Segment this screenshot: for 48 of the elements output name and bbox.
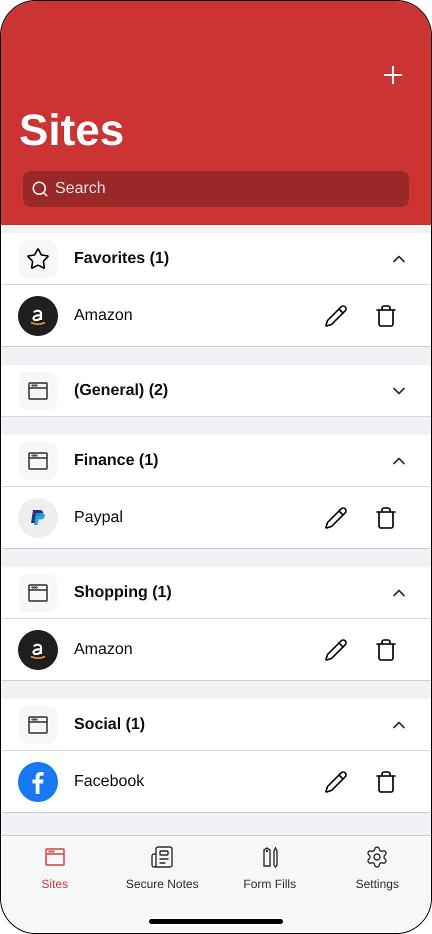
- group-label: Favorites (1): [74, 248, 170, 268]
- shop-logo-icon: [18, 296, 58, 336]
- site-row[interactable]: Facebook: [1, 751, 431, 813]
- site-name: Amazon: [74, 640, 134, 660]
- group-label: (General) (2): [74, 380, 170, 400]
- edit-icon: [324, 506, 348, 530]
- site-name: Paypal: [74, 508, 124, 528]
- payment-logo-icon: [18, 498, 58, 538]
- site-row[interactable]: Paypal: [1, 487, 431, 549]
- search-icon: [31, 180, 49, 198]
- settings-icon: [365, 845, 390, 869]
- edit-icon: [324, 770, 348, 794]
- star-icon: [26, 246, 50, 270]
- tab[interactable]: Settings: [324, 845, 431, 893]
- delete-button[interactable]: [374, 770, 398, 794]
- group-header[interactable]: Finance (1): [1, 435, 431, 487]
- notes-icon: [150, 845, 174, 869]
- group-label: Finance (1): [74, 450, 160, 470]
- site-name: Facebook: [74, 772, 146, 792]
- delete-icon: [374, 506, 398, 530]
- site-name: Amazon: [74, 306, 134, 326]
- page-title: Sites: [19, 109, 126, 153]
- edit-icon: [324, 638, 348, 662]
- search-field[interactable]: Search: [23, 171, 409, 207]
- edit-icon: [324, 304, 348, 328]
- edit-button[interactable]: [324, 506, 348, 530]
- group-label: Shopping (1): [74, 582, 173, 602]
- group-header[interactable]: (General) (2): [1, 365, 431, 417]
- tab[interactable]: Form Fills: [216, 845, 324, 893]
- delete-icon: [374, 638, 398, 662]
- group-header[interactable]: Shopping (1): [1, 567, 431, 619]
- delete-icon: [374, 770, 398, 794]
- group-label: Social (1): [74, 714, 146, 734]
- shop-logo-icon: [18, 630, 58, 670]
- tab[interactable]: Sites: [1, 845, 108, 893]
- site-row[interactable]: Amazon: [1, 619, 431, 681]
- edit-button[interactable]: [324, 638, 348, 662]
- tab[interactable]: Secure Notes: [108, 845, 216, 893]
- social-logo-icon: [18, 762, 58, 802]
- delete-button[interactable]: [374, 506, 398, 530]
- edit-button[interactable]: [324, 770, 348, 794]
- delete-button[interactable]: [374, 638, 398, 662]
- edit-button[interactable]: [324, 304, 348, 328]
- delete-button[interactable]: [374, 304, 398, 328]
- site-row[interactable]: Amazon: [1, 285, 431, 347]
- group-header[interactable]: Social (1): [1, 699, 431, 751]
- delete-icon: [374, 304, 398, 328]
- group-header[interactable]: Favorites (1): [1, 233, 431, 285]
